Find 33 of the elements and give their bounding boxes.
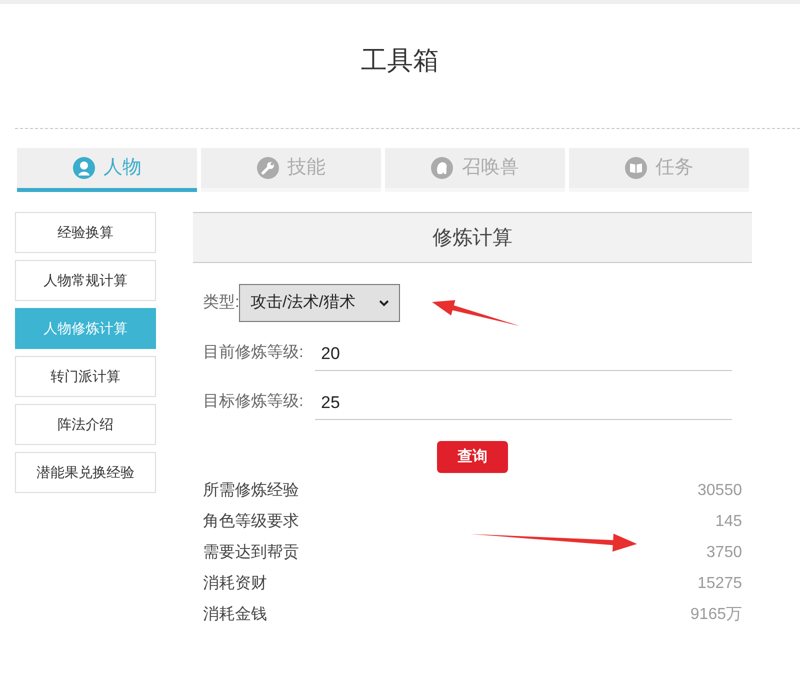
wrench-icon xyxy=(256,157,278,179)
result-label: 消耗资财 xyxy=(203,574,267,594)
input-field[interactable]: 20 xyxy=(315,337,732,371)
chevron-down-icon xyxy=(379,300,390,306)
result-label: 消耗金钱 xyxy=(203,604,267,624)
result-label: 角色等级要求 xyxy=(203,512,299,532)
field-label: 目前修炼等级: xyxy=(203,343,304,363)
result-label: 需要达到帮贡 xyxy=(203,542,299,562)
field-label: 目标修炼等级: xyxy=(203,392,304,412)
tab-label: 召唤兽 xyxy=(462,156,519,180)
result-value: 145 xyxy=(715,512,742,532)
result-value: 9165万 xyxy=(690,604,742,624)
creature-icon xyxy=(431,157,453,179)
page-title: 工具箱 xyxy=(361,44,439,77)
sidebar-item[interactable]: 人物常规计算 xyxy=(15,260,156,301)
tab-label: 人物 xyxy=(104,156,142,180)
sidebar-item[interactable]: 经验换算 xyxy=(15,212,156,253)
book-icon xyxy=(624,157,646,179)
result-value: 3750 xyxy=(706,542,742,562)
query-button[interactable]: 查询 xyxy=(437,441,508,473)
type-label: 类型: xyxy=(203,292,240,313)
tab-label: 技能 xyxy=(288,156,326,180)
tab-label: 任务 xyxy=(656,156,694,180)
type-select[interactable]: 攻击/法术/猎术 xyxy=(239,284,400,322)
panel-header: 修炼计算 xyxy=(193,212,752,263)
input-field[interactable]: 25 xyxy=(315,386,732,420)
sidebar-item[interactable]: 转门派计算 xyxy=(15,356,156,397)
person-icon xyxy=(72,157,94,179)
result-value: 30550 xyxy=(698,480,742,500)
sidebar-item[interactable]: 潜能果兑换经验 xyxy=(15,452,156,493)
result-value: 15275 xyxy=(698,574,742,594)
sidebar-item[interactable]: 阵法介绍 xyxy=(15,404,156,445)
result-label: 所需修炼经验 xyxy=(203,480,299,500)
